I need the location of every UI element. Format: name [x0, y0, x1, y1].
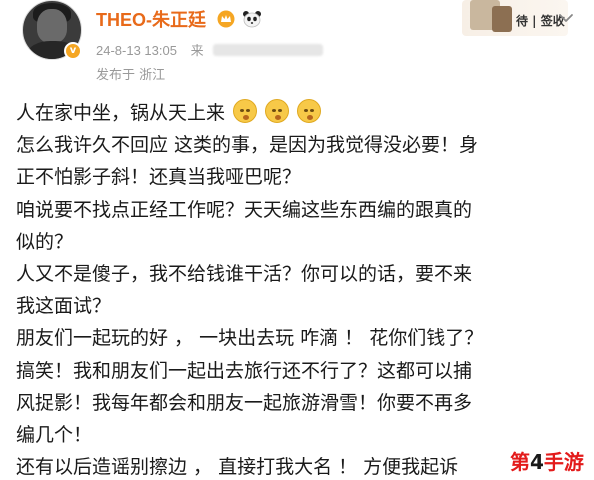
post-line: 正不怕影子斜！还真当我哑巴呢？: [16, 166, 302, 189]
post-line: 人在家中坐，锅从天上来: [16, 97, 582, 129]
post-line: 怎么我许久不回应 这类的事，是因为我觉得没必要！身: [16, 134, 479, 157]
post-line: 我这面试？: [16, 295, 112, 318]
chevron-down-icon[interactable]: [556, 8, 576, 28]
verified-badge-icon: v: [64, 42, 82, 60]
post-body: 人在家中坐，锅从天上来 怎么我许久不回应 这类的事，是因为我觉得没必要！身 正不…: [16, 97, 582, 480]
post-timestamp[interactable]: 24-8-13 13:05: [96, 43, 177, 58]
dizzy-face-icon: [265, 99, 290, 123]
post-line: 还有以后造谣别擦边 ， 直接打我大名 ！ 方便我起诉: [16, 456, 459, 479]
dizzy-face-icon: [297, 99, 322, 123]
post-line: 似的？: [16, 230, 74, 253]
post-line: 人又不是傻子，我不给钱谁干活？你可以的话，要不来: [16, 262, 473, 285]
decoration-figure: [492, 6, 512, 32]
post-line: 朋友们一起玩的好 ， 一块出去玩 咋滴 ！ 花你们钱了？: [16, 327, 484, 350]
dizzy-face-icon: [233, 99, 258, 123]
post-line: 编几个！: [16, 423, 93, 446]
card-decoration[interactable]: 待 | 签收: [462, 0, 568, 36]
post-line: 咱说要不找点正经工作呢？天天编这些东西编的跟真的: [16, 198, 473, 221]
blurred-source: [213, 44, 324, 56]
post-line: 搞笑！我和朋友们一起出去旅行还不行了？这都可以捕: [16, 359, 473, 382]
post-location: 发布于 浙江: [96, 68, 166, 83]
post-source-prefix: 来: [190, 43, 204, 58]
site-watermark: 第4手游: [508, 446, 586, 475]
post-meta: 24-8-13 13:05 来: [96, 40, 324, 59]
avatar[interactable]: v: [22, 0, 82, 60]
crown-icon: [217, 10, 235, 28]
username-row: THEO-朱正廷: [96, 6, 262, 32]
panda-icon: [243, 11, 262, 28]
post-line: 风捉影！我每年都会和朋友一起旅游滑雪！你要不再多: [16, 391, 473, 414]
username-link[interactable]: THEO-朱正廷: [96, 10, 206, 30]
